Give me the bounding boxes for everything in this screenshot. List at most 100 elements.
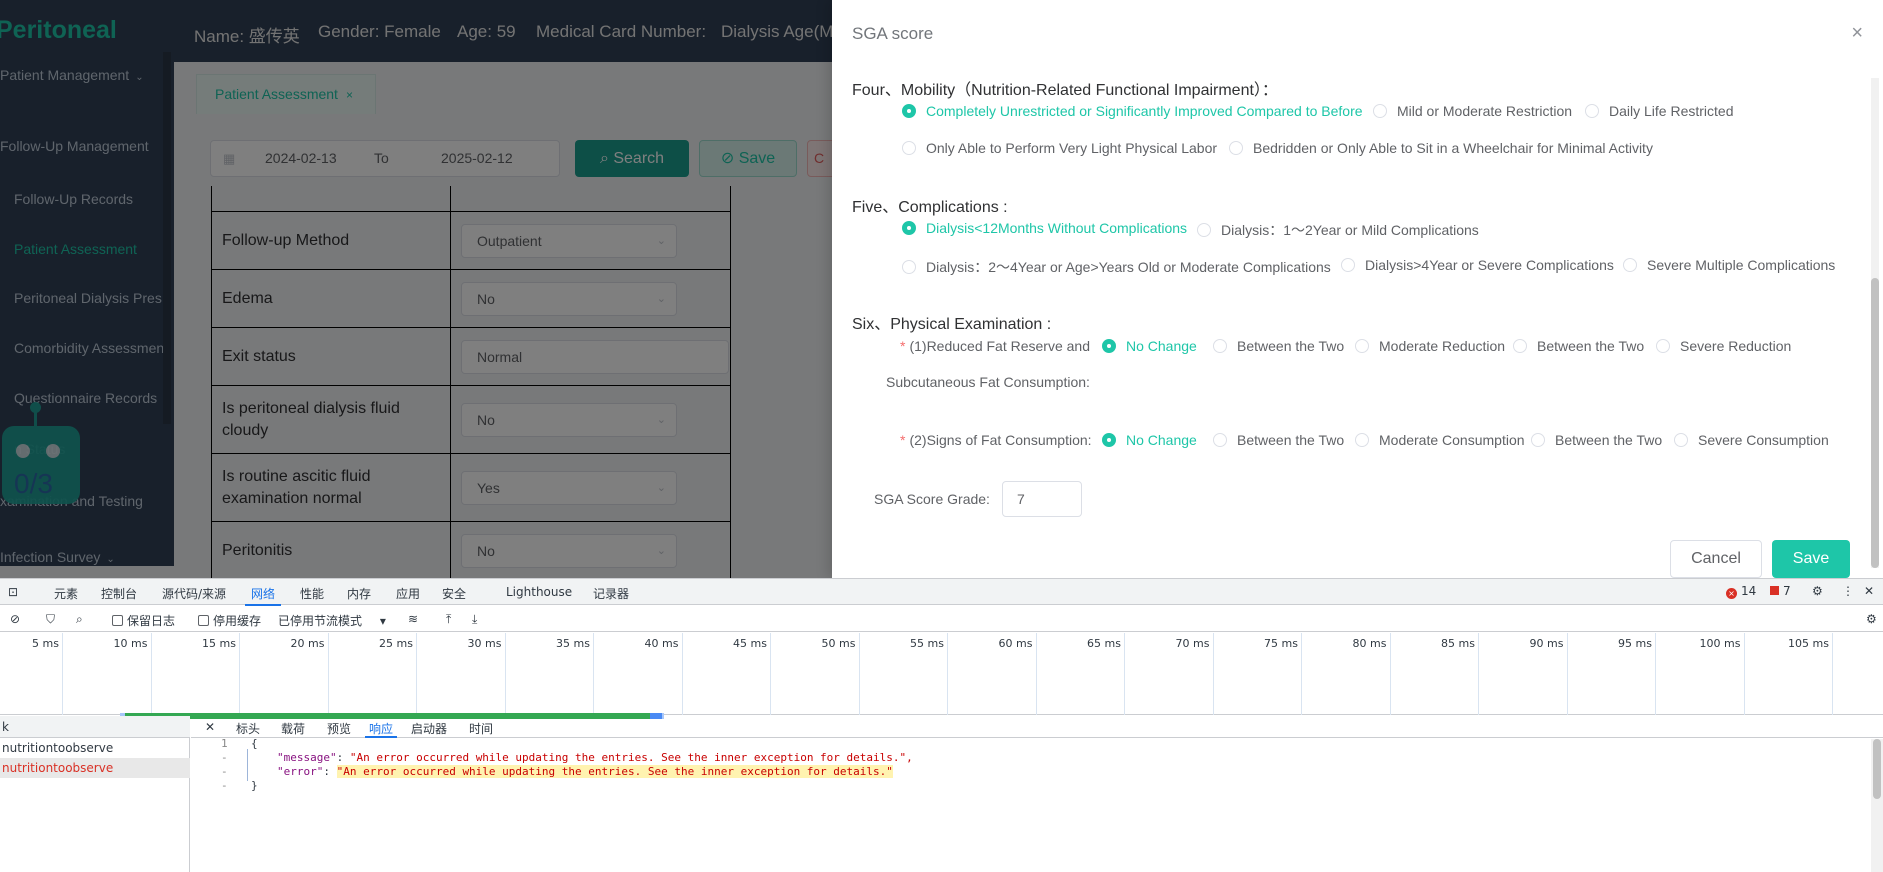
wifi-icon[interactable]: ≋ — [408, 612, 418, 626]
network-toolbar: ⊘ ⛉ ⌕ 保留日志 停用缓存 已停用节流模式 ▾ ≋ ⤒ ⤓ ⚙ — [0, 606, 1883, 632]
clear-icon[interactable]: ⊘ — [10, 612, 20, 626]
response-tab-5[interactable]: 时间 — [469, 720, 493, 737]
warning-count[interactable]: 7 — [1770, 584, 1791, 598]
section-mobility-title: Four、Mobility（Nutrition-Related Function… — [852, 82, 1278, 99]
save-button[interactable]: Save — [1772, 540, 1850, 578]
radio-circle-icon[interactable] — [1102, 339, 1116, 353]
devtools-tab-1[interactable]: 控制台 — [101, 585, 137, 602]
more-menu-icon[interactable]: ⋮ — [1842, 584, 1854, 598]
radio-circle-icon[interactable] — [902, 104, 916, 118]
filter-icon[interactable]: ⛉ — [46, 612, 55, 627]
device-toggle-icon[interactable]: ⊡ — [8, 585, 18, 599]
radio-circle-icon[interactable] — [1674, 433, 1688, 447]
radio-option[interactable]: No Change — [1102, 432, 1197, 448]
sga-grade-label: SGA Score Grade: — [874, 491, 990, 507]
section-physical-exam-title: Six、Physical Examination : — [852, 316, 1052, 333]
devtools-tab-9[interactable]: 记录器 — [593, 585, 629, 602]
devtools-tab-6[interactable]: 应用 — [396, 585, 420, 602]
fat-reserve-label-cont: Subcutaneous Fat Consumption: — [886, 374, 1090, 390]
request-row[interactable]: nutritiontoobserve — [0, 758, 190, 778]
timeline-tick-label: 85 ms — [1441, 637, 1475, 650]
radio-option[interactable]: Dialysis<12Months Without Complications — [902, 220, 1187, 236]
close-icon[interactable]: ✕ — [1864, 584, 1874, 598]
timeline-tick-label: 55 ms — [910, 637, 944, 650]
radio-option[interactable]: Dialysis>4Year or Severe Complications — [1341, 257, 1614, 273]
response-tab-1[interactable]: 载荷 — [281, 720, 305, 737]
radio-circle-icon[interactable] — [1213, 433, 1227, 447]
devtools-tabbar: ⊡ 元素 控制台 源代码/来源 网络 性能 内存 应用 安全 Lighthouse 记录器 × 14… — [0, 579, 1883, 606]
radio-option[interactable]: Moderate Reduction — [1355, 338, 1505, 354]
radio-circle-icon[interactable] — [1213, 339, 1227, 353]
response-tab-3[interactable]: 响应 — [364, 720, 398, 738]
response-scrollbar[interactable] — [1871, 739, 1883, 872]
radio-circle-icon[interactable] — [1229, 141, 1243, 155]
devtools-tab-4[interactable]: 性能 — [300, 585, 324, 602]
devtools-tab-2[interactable]: 源代码/来源 — [162, 585, 226, 602]
radio-option[interactable]: Between the Two — [1513, 338, 1644, 354]
gear-icon[interactable]: ⚙ — [1812, 584, 1823, 598]
search-icon[interactable]: ⌕ — [76, 612, 83, 627]
modal-overlay[interactable] — [0, 0, 832, 578]
preserve-log-checkbox[interactable]: 保留日志 — [112, 612, 175, 629]
devtools-tab-8[interactable]: Lighthouse — [506, 585, 572, 599]
radio-option[interactable]: Severe Multiple Complications — [1623, 257, 1835, 273]
timeline-tick-label: 100 ms — [1699, 637, 1741, 650]
gear-icon[interactable]: ⚙ — [1866, 612, 1877, 626]
radio-option[interactable]: Completely Unrestricted or Significantly… — [902, 103, 1363, 119]
radio-circle-icon[interactable] — [1585, 104, 1599, 118]
radio-circle-icon[interactable] — [1531, 433, 1545, 447]
radio-circle-icon[interactable] — [1197, 223, 1211, 237]
request-row[interactable]: nutritiontoobserve — [0, 738, 190, 758]
radio-option[interactable]: Dialysis：2～4Year or Age>Years Old or Mod… — [902, 257, 1331, 277]
radio-circle-icon[interactable] — [1341, 258, 1355, 272]
sga-score-drawer: SGA score × Four、Mobility（Nutrition-Rela… — [832, 0, 1883, 578]
response-tab-0[interactable]: 标头 — [236, 720, 260, 737]
radio-circle-icon[interactable] — [902, 260, 916, 274]
error-count[interactable]: × 14 — [1726, 584, 1756, 599]
radio-circle-icon[interactable] — [1656, 339, 1670, 353]
error-icon: × — [1726, 588, 1737, 599]
radio-option[interactable]: Between the Two — [1531, 432, 1662, 448]
radio-circle-icon[interactable] — [1355, 339, 1369, 353]
throttle-select[interactable]: 已停用节流模式 ▾ — [278, 612, 386, 629]
close-icon[interactable]: ✕ — [205, 720, 215, 734]
devtools-panel: ⊡ 元素 控制台 源代码/来源 网络 性能 内存 应用 安全 Lighthouse 记录器 × 14… — [0, 578, 1883, 872]
chevron-down-icon: ▾ — [379, 614, 386, 628]
upload-icon[interactable]: ⤒ — [446, 612, 451, 627]
radio-circle-icon[interactable] — [902, 141, 916, 155]
timeline-tick-label: 30 ms — [467, 637, 502, 650]
timeline-tick-label: 25 ms — [379, 637, 413, 650]
radio-option[interactable]: Dialysis：1～2Year or Mild Complications — [1197, 220, 1479, 240]
disable-cache-checkbox[interactable]: 停用缓存 — [198, 612, 261, 629]
cancel-button[interactable]: Cancel — [1670, 540, 1762, 578]
devtools-tab-7[interactable]: 安全 — [442, 585, 466, 602]
radio-circle-icon[interactable] — [1623, 258, 1637, 272]
radio-option[interactable]: Between the Two — [1213, 338, 1344, 354]
radio-option[interactable]: No Change — [1102, 338, 1197, 354]
radio-circle-icon[interactable] — [1373, 104, 1387, 118]
radio-circle-icon[interactable] — [1513, 339, 1527, 353]
radio-option[interactable]: Daily Life Restricted — [1585, 103, 1734, 119]
timeline-tick-label: 15 ms — [202, 637, 236, 650]
radio-option[interactable]: Severe Consumption — [1674, 432, 1829, 448]
radio-option[interactable]: Severe Reduction — [1656, 338, 1791, 354]
radio-option[interactable]: Mild or Moderate Restriction — [1373, 103, 1572, 119]
devtools-tab-3[interactable]: 网络 — [244, 585, 282, 606]
radio-option[interactable]: Only Able to Perform Very Light Physical… — [902, 140, 1217, 156]
close-icon[interactable]: × — [1851, 22, 1863, 45]
radio-circle-icon[interactable] — [902, 221, 916, 235]
download-icon[interactable]: ⤓ — [472, 612, 477, 627]
network-timeline[interactable]: 5 ms 10 ms 15 ms 20 ms 25 ms 30 ms 35 ms 40 ms 4… — [0, 633, 1883, 719]
radio-option[interactable]: Moderate Consumption — [1355, 432, 1525, 448]
response-tab-4[interactable]: 启动器 — [411, 720, 447, 737]
response-tab-2[interactable]: 预览 — [327, 720, 351, 737]
radio-option[interactable]: Between the Two — [1213, 432, 1344, 448]
radio-circle-icon[interactable] — [1102, 433, 1116, 447]
sga-grade-input[interactable]: 7 — [1002, 481, 1082, 517]
section-complications-title: Five、Complications : — [852, 199, 1008, 216]
radio-circle-icon[interactable] — [1355, 433, 1369, 447]
devtools-tab-0[interactable]: 元素 — [54, 585, 78, 602]
drawer-scrollbar[interactable] — [1871, 78, 1879, 568]
radio-option[interactable]: Bedridden or Only Able to Sit in a Wheel… — [1229, 140, 1653, 156]
devtools-tab-5[interactable]: 内存 — [347, 585, 371, 602]
